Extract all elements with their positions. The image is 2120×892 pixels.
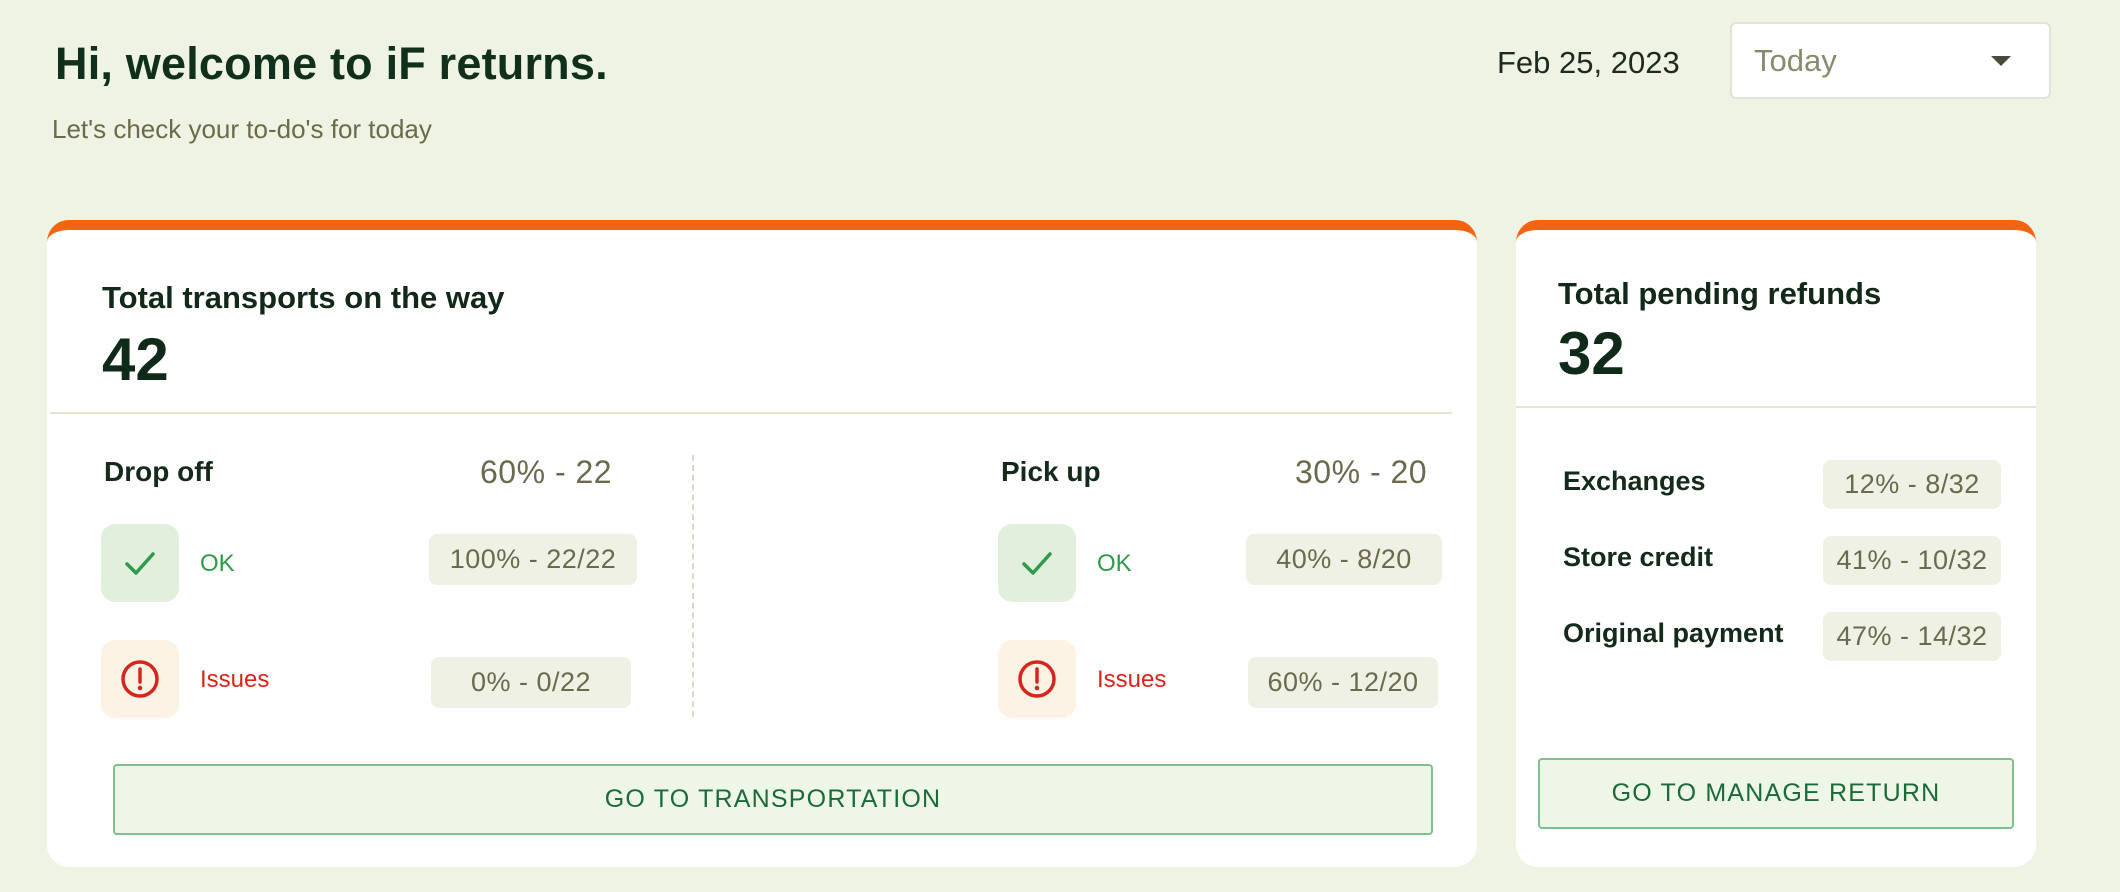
card-divider bbox=[1516, 406, 2036, 408]
drop-off-issues-value: 0% - 0/22 bbox=[431, 657, 631, 708]
exclamation-circle-icon bbox=[101, 640, 179, 718]
refunds-title: Total pending refunds bbox=[1558, 276, 1882, 311]
transports-card: Total transports on the way 42 Drop off … bbox=[47, 220, 1477, 867]
pick-up-ok-value: 40% - 8/20 bbox=[1246, 534, 1442, 585]
refund-row-value: 41% - 10/32 bbox=[1823, 536, 2001, 585]
drop-off-ok-value: 100% - 22/22 bbox=[429, 534, 637, 585]
drop-off-stat: 60% - 22 bbox=[480, 454, 613, 490]
chevron-down-icon bbox=[1991, 55, 2011, 66]
drop-off-issues-label: Issues bbox=[200, 666, 270, 693]
period-select[interactable]: Today bbox=[1730, 22, 2051, 99]
pick-up-ok-label: OK bbox=[1097, 550, 1132, 577]
drop-off-ok-label: OK bbox=[200, 550, 235, 577]
refunds-card: Total pending refunds 32 Exchanges 12% -… bbox=[1516, 220, 2036, 867]
page-title: Hi, welcome to iF returns. bbox=[55, 38, 608, 89]
card-divider bbox=[50, 412, 1452, 414]
go-to-transportation-button[interactable]: GO TO TRANSPORTATION bbox=[113, 764, 1433, 835]
section-divider bbox=[692, 455, 694, 717]
drop-off-label: Drop off bbox=[104, 456, 213, 487]
refund-row-label: Original payment bbox=[1563, 618, 1784, 648]
refund-row-value: 47% - 14/32 bbox=[1823, 612, 2001, 661]
exclamation-circle-icon bbox=[998, 640, 1076, 718]
period-select-value: Today bbox=[1754, 42, 1837, 78]
transports-title: Total transports on the way bbox=[102, 280, 505, 315]
refunds-total: 32 bbox=[1558, 320, 1625, 387]
refund-row-label: Store credit bbox=[1563, 542, 1714, 572]
page-subtitle: Let's check your to-do's for today bbox=[52, 114, 432, 144]
pick-up-issues-value: 60% - 12/20 bbox=[1248, 657, 1438, 708]
pick-up-stat: 30% - 20 bbox=[1295, 454, 1428, 490]
go-to-manage-return-button[interactable]: GO TO MANAGE RETURN bbox=[1538, 758, 2014, 829]
pick-up-issues-label: Issues bbox=[1097, 666, 1167, 693]
current-date: Feb 25, 2023 bbox=[1497, 45, 1680, 80]
refund-row-value: 12% - 8/32 bbox=[1823, 460, 2001, 509]
checkmark-icon bbox=[101, 524, 179, 602]
pick-up-label: Pick up bbox=[1001, 456, 1101, 487]
checkmark-icon bbox=[998, 524, 1076, 602]
refund-row-label: Exchanges bbox=[1563, 466, 1706, 496]
transports-total: 42 bbox=[102, 326, 169, 393]
